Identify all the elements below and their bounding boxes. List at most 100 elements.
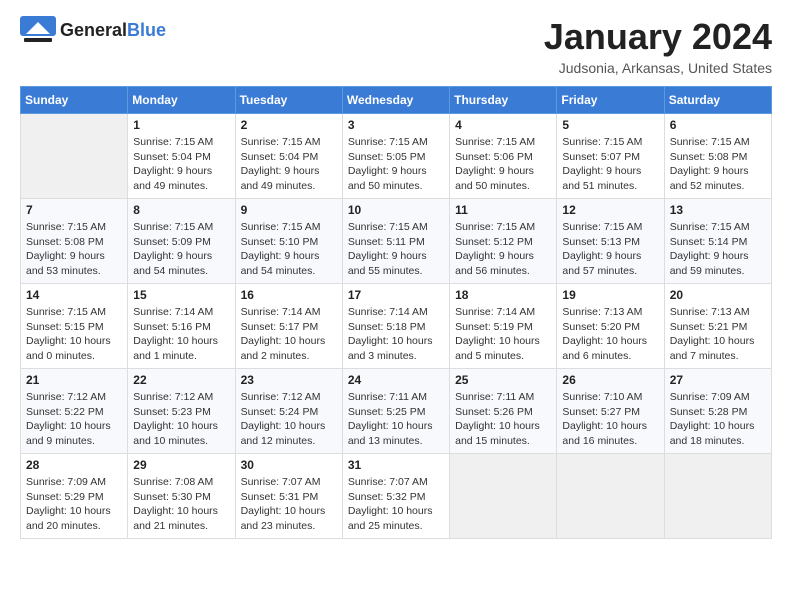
sunset-text: Sunset: 5:06 PM xyxy=(455,150,551,165)
day-number: 4 xyxy=(455,118,551,132)
daylight-text: Daylight: 9 hours and 54 minutes. xyxy=(241,249,337,278)
sunrise-text: Sunrise: 7:11 AM xyxy=(455,390,551,405)
day-info: Sunrise: 7:15 AMSunset: 5:05 PMDaylight:… xyxy=(348,135,444,194)
calendar-subtitle: Judsonia, Arkansas, United States xyxy=(544,60,772,76)
calendar-cell: 12Sunrise: 7:15 AMSunset: 5:13 PMDayligh… xyxy=(557,199,664,284)
weekday-header-tuesday: Tuesday xyxy=(235,87,342,114)
day-number: 6 xyxy=(670,118,766,132)
day-info: Sunrise: 7:15 AMSunset: 5:12 PMDaylight:… xyxy=(455,220,551,279)
day-info: Sunrise: 7:15 AMSunset: 5:04 PMDaylight:… xyxy=(133,135,229,194)
daylight-text: Daylight: 10 hours and 7 minutes. xyxy=(670,334,766,363)
sunset-text: Sunset: 5:07 PM xyxy=(562,150,658,165)
day-number: 26 xyxy=(562,373,658,387)
sunset-text: Sunset: 5:05 PM xyxy=(348,150,444,165)
day-number: 30 xyxy=(241,458,337,472)
calendar-week-4: 21Sunrise: 7:12 AMSunset: 5:22 PMDayligh… xyxy=(21,369,772,454)
sunset-text: Sunset: 5:17 PM xyxy=(241,320,337,335)
calendar-cell: 22Sunrise: 7:12 AMSunset: 5:23 PMDayligh… xyxy=(128,369,235,454)
day-info: Sunrise: 7:08 AMSunset: 5:30 PMDaylight:… xyxy=(133,475,229,534)
day-number: 31 xyxy=(348,458,444,472)
logo-blue: Blue xyxy=(127,20,166,40)
sunset-text: Sunset: 5:30 PM xyxy=(133,490,229,505)
sunrise-text: Sunrise: 7:14 AM xyxy=(241,305,337,320)
calendar-cell: 27 Sunrise: 7:09 AMSunset: 5:28 PMDayligh… xyxy=(664,369,771,454)
sunset-text: Sunset: 5:16 PM xyxy=(133,320,229,335)
day-info: Sunrise: 7:14 AMSunset: 5:17 PMDaylight:… xyxy=(241,305,337,364)
daylight-text: Daylight: 10 hours and 15 minutes. xyxy=(455,419,551,448)
calendar-cell: 28Sunrise: 7:09 AMSunset: 5:29 PMDayligh… xyxy=(21,454,128,539)
sunset-text: Sunset: 5:28 PM xyxy=(670,405,766,420)
sunrise-text: Sunrise: 7:14 AM xyxy=(133,305,229,320)
day-info: Sunrise: 7:15 AMSunset: 5:13 PMDaylight:… xyxy=(562,220,658,279)
day-number: 25 xyxy=(455,373,551,387)
calendar-cell: 4 Sunrise: 7:15 AMSunset: 5:06 PMDaylight… xyxy=(450,114,557,199)
logo-icon xyxy=(20,16,56,44)
sunrise-text: Sunrise: 7:14 AM xyxy=(348,305,444,320)
sunset-text: Sunset: 5:08 PM xyxy=(26,235,122,250)
calendar-cell: 13Sunrise: 7:15 AMSunset: 5:14 PMDayligh… xyxy=(664,199,771,284)
sunset-text: Sunset: 5:14 PM xyxy=(670,235,766,250)
sunrise-text: Sunrise: 7:14 AM xyxy=(455,305,551,320)
sunrise-text: Sunrise: 7:10 AM xyxy=(562,390,658,405)
weekday-header-monday: Monday xyxy=(128,87,235,114)
sunrise-text: Sunrise: 7:15 AM xyxy=(562,135,658,150)
sunrise-text: Sunrise: 7:15 AM xyxy=(348,135,444,150)
sunrise-text: Sunrise: 7:15 AM xyxy=(133,220,229,235)
sunset-text: Sunset: 5:32 PM xyxy=(348,490,444,505)
calendar-title: January 2024 xyxy=(544,16,772,58)
daylight-text: Daylight: 9 hours and 53 minutes. xyxy=(26,249,122,278)
weekday-header-wednesday: Wednesday xyxy=(342,87,449,114)
day-number: 23 xyxy=(241,373,337,387)
daylight-text: Daylight: 9 hours and 49 minutes. xyxy=(133,164,229,193)
daylight-text: Daylight: 10 hours and 1 minute. xyxy=(133,334,229,363)
sunset-text: Sunset: 5:20 PM xyxy=(562,320,658,335)
calendar-cell: 5 Sunrise: 7:15 AMSunset: 5:07 PMDaylight… xyxy=(557,114,664,199)
day-number: 19 xyxy=(562,288,658,302)
daylight-text: Daylight: 10 hours and 13 minutes. xyxy=(348,419,444,448)
day-number: 8 xyxy=(133,203,229,217)
calendar-cell: 23Sunrise: 7:12 AMSunset: 5:24 PMDayligh… xyxy=(235,369,342,454)
day-info: Sunrise: 7:15 AMSunset: 5:15 PMDaylight:… xyxy=(26,305,122,364)
sunset-text: Sunset: 5:21 PM xyxy=(670,320,766,335)
day-number: 7 xyxy=(26,203,122,217)
day-number: 14 xyxy=(26,288,122,302)
calendar-cell: 8 Sunrise: 7:15 AMSunset: 5:09 PMDaylight… xyxy=(128,199,235,284)
day-info: Sunrise: 7:12 AMSunset: 5:22 PMDaylight:… xyxy=(26,390,122,449)
sunrise-text: Sunrise: 7:15 AM xyxy=(241,135,337,150)
daylight-text: Daylight: 10 hours and 2 minutes. xyxy=(241,334,337,363)
calendar-cell: 6Sunrise: 7:15 AMSunset: 5:08 PMDaylight… xyxy=(664,114,771,199)
sunrise-text: Sunrise: 7:13 AM xyxy=(562,305,658,320)
logo-general: General xyxy=(60,20,127,40)
calendar-cell xyxy=(557,454,664,539)
calendar-cell: 25Sunrise: 7:11 AMSunset: 5:26 PMDayligh… xyxy=(450,369,557,454)
sunset-text: Sunset: 5:29 PM xyxy=(26,490,122,505)
daylight-text: Daylight: 10 hours and 6 minutes. xyxy=(562,334,658,363)
sunrise-text: Sunrise: 7:11 AM xyxy=(348,390,444,405)
sunset-text: Sunset: 5:25 PM xyxy=(348,405,444,420)
sunrise-text: Sunrise: 7:15 AM xyxy=(348,220,444,235)
daylight-text: Daylight: 9 hours and 57 minutes. xyxy=(562,249,658,278)
sunset-text: Sunset: 5:12 PM xyxy=(455,235,551,250)
day-number: 1 xyxy=(133,118,229,132)
sunset-text: Sunset: 5:10 PM xyxy=(241,235,337,250)
sunrise-text: Sunrise: 7:09 AM xyxy=(670,390,766,405)
sunset-text: Sunset: 5:04 PM xyxy=(133,150,229,165)
day-number: 5 xyxy=(562,118,658,132)
calendar-body: 1Sunrise: 7:15 AMSunset: 5:04 PMDaylight… xyxy=(21,114,772,539)
sunrise-text: Sunrise: 7:15 AM xyxy=(455,220,551,235)
day-number: 9 xyxy=(241,203,337,217)
calendar-cell: 1 Sunrise: 7:15 AMSunset: 5:04 PMDaylight… xyxy=(128,114,235,199)
sunrise-text: Sunrise: 7:08 AM xyxy=(133,475,229,490)
calendar-cell: 14 Sunrise: 7:15 AMSunset: 5:15 PMDayligh… xyxy=(21,284,128,369)
daylight-text: Daylight: 9 hours and 54 minutes. xyxy=(133,249,229,278)
day-number: 27 xyxy=(670,373,766,387)
day-info: Sunrise: 7:15 AMSunset: 5:09 PMDaylight:… xyxy=(133,220,229,279)
day-number: 17 xyxy=(348,288,444,302)
sunset-text: Sunset: 5:24 PM xyxy=(241,405,337,420)
header: GeneralBlue January 2024 Judsonia, Arkan… xyxy=(20,16,772,76)
calendar-cell: 16Sunrise: 7:14 AMSunset: 5:17 PMDayligh… xyxy=(235,284,342,369)
daylight-text: Daylight: 9 hours and 51 minutes. xyxy=(562,164,658,193)
day-info: Sunrise: 7:09 AMSunset: 5:28 PMDaylight:… xyxy=(670,390,766,449)
sunrise-text: Sunrise: 7:15 AM xyxy=(562,220,658,235)
day-info: Sunrise: 7:15 AMSunset: 5:06 PMDaylight:… xyxy=(455,135,551,194)
